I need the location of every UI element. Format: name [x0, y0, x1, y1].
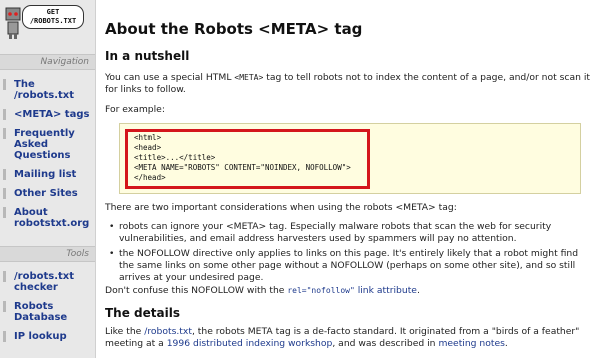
navigation-heading: Navigation — [0, 54, 95, 70]
nav-item-other-sites[interactable]: Other Sites — [0, 188, 95, 199]
robot-icon — [5, 7, 21, 39]
code-line: <META NAME="ROBOTS" CONTENT="NOINDEX, NO… — [134, 163, 351, 172]
nutshell-heading: In a nutshell — [105, 49, 190, 63]
details-text: Like the — [105, 326, 145, 337]
list-item: the NOFOLLOW directive only applies to l… — [105, 248, 595, 284]
link-attribute-link[interactable]: link attribute — [355, 285, 417, 296]
confuse-post: . — [416, 285, 420, 296]
speech-bubble: GET /ROBOTS.TXT — [22, 5, 84, 29]
meeting-notes-link[interactable]: meeting notes — [438, 338, 504, 349]
intro-pre: You can use a special HTML — [105, 72, 235, 83]
considerations-list: robots can ignore your <META> tag. Espec… — [105, 221, 595, 287]
code-example-box: <html> <head> <title>...</title> <META N… — [119, 123, 581, 194]
considerations-text: There are two important considerations w… — [105, 202, 457, 213]
intro-paragraph: You can use a special HTML <META> tag to… — [105, 72, 595, 96]
page-title: About the Robots <META> tag — [105, 20, 363, 38]
code-line: </head> — [134, 173, 166, 182]
nav-item-meta-tags[interactable]: <META> tags — [0, 109, 95, 120]
details-paragraph: Like the /robots.txt, the robots META ta… — [105, 326, 595, 350]
workshop-link[interactable]: 1996 distributed indexing workshop — [167, 338, 333, 349]
intro-code: <META> — [234, 73, 264, 82]
tools-list: /robots.txt checker Robots Database IP l… — [0, 271, 95, 350]
robots-txt-link[interactable]: /robots.txt — [144, 326, 192, 337]
code-line: <title>...</title> — [134, 153, 216, 162]
nav-item-mailing-list[interactable]: Mailing list — [0, 169, 95, 180]
nofollow-code-link[interactable]: rel="nofollow" — [287, 286, 354, 295]
details-text: . — [504, 338, 508, 349]
confuse-paragraph: Don't confuse this NOFOLLOW with the rel… — [105, 285, 595, 297]
details-text: , and was described in — [332, 338, 439, 349]
tool-item-ip-lookup[interactable]: IP lookup — [0, 331, 95, 342]
details-heading: The details — [105, 306, 180, 320]
tool-item-checker[interactable]: /robots.txt checker — [0, 271, 95, 293]
confuse-pre: Don't confuse this NOFOLLOW with the — [105, 285, 288, 296]
bubble-line-2: /ROBOTS.TXT — [29, 17, 77, 25]
tools-heading: Tools — [0, 246, 95, 262]
nav-item-about[interactable]: About robotstxt.org — [0, 207, 95, 229]
nav-item-robots-txt[interactable]: The /robots.txt — [0, 79, 95, 101]
list-item: robots can ignore your <META> tag. Espec… — [105, 221, 595, 245]
bubble-line-1: GET — [46, 8, 60, 16]
navigation-list: The /robots.txt <META> tags Frequently A… — [0, 79, 95, 237]
code-line: <head> — [134, 143, 162, 152]
sidebar: GET /ROBOTS.TXT Navigation The /robots.t… — [0, 0, 96, 358]
code-line: <html> — [134, 133, 162, 142]
example-label: For example: — [105, 104, 165, 115]
site-logo[interactable]: GET /ROBOTS.TXT — [0, 0, 95, 46]
tool-item-robots-database[interactable]: Robots Database — [0, 301, 95, 323]
nav-item-faq[interactable]: Frequently Asked Questions — [0, 128, 95, 161]
